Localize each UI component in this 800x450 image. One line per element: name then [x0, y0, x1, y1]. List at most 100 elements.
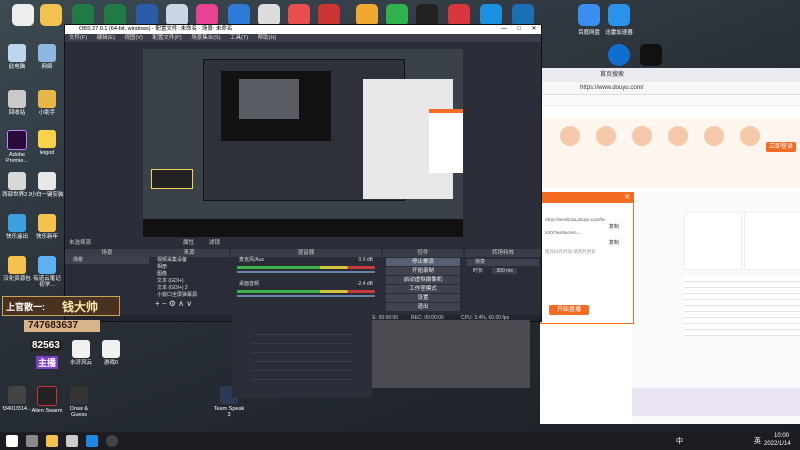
studio-mode-button[interactable]: 工作室模式 — [386, 285, 460, 293]
app-icon[interactable] — [66, 435, 78, 447]
obs-preview[interactable] — [143, 49, 463, 237]
duration-input[interactable]: 300 ms — [492, 268, 517, 274]
minimize-button[interactable]: — — [497, 25, 511, 34]
desktop-icon[interactable]: 回收站 — [0, 90, 34, 116]
desktop-icon[interactable]: Adobe Premie... — [0, 130, 34, 164]
address-bar[interactable]: https://www.douyu.com/ — [540, 82, 800, 95]
shield-icon[interactable] — [228, 4, 250, 26]
cloud-icon[interactable] — [578, 4, 600, 26]
source-item[interactable]: 文本 (GDI+) 2 — [149, 285, 229, 292]
nav-icon[interactable] — [704, 126, 724, 146]
copy-button[interactable]: 复制 — [609, 239, 619, 246]
source-item[interactable]: 图像 — [149, 271, 229, 278]
app-icon[interactable] — [12, 4, 34, 26]
app-icon[interactable] — [512, 4, 534, 26]
menu-scene-collection[interactable]: 场景集合(S) — [191, 35, 220, 41]
add-source-icon[interactable]: + − ⚙ ∧ ∨ — [149, 299, 229, 308]
desktop-icon[interactable]: Alien Swarm — [30, 386, 64, 414]
nav-icon[interactable] — [560, 126, 580, 146]
dialog-close-icon[interactable]: ✕ — [624, 193, 630, 201]
desktop-icon[interactable]: 有道云笔记 初学... — [30, 256, 64, 288]
filters-button[interactable]: 滤镜 — [209, 238, 220, 246]
desktop-icon-label: 快乐遥出 — [5, 234, 28, 240]
start-recording-button[interactable]: 开始录制 — [386, 267, 460, 275]
start-live-button[interactable]: 开始直播 — [549, 305, 589, 315]
desktop-icon[interactable]: 百度网盘 — [572, 30, 606, 36]
image-icon[interactable] — [166, 4, 188, 26]
start-icon[interactable] — [6, 435, 18, 447]
desktop-icon[interactable]: Draw & Guess — [62, 386, 96, 418]
power-icon[interactable] — [608, 44, 630, 66]
copy-button[interactable]: 复制 — [609, 223, 619, 230]
desktop-icon[interactable]: 小助手 — [30, 90, 64, 116]
desktop-icon[interactable]: leigod — [30, 130, 64, 156]
app-icon[interactable] — [196, 4, 218, 26]
exit-button[interactable]: 退出 — [386, 303, 460, 311]
settings-button[interactable]: 设置 — [386, 294, 460, 302]
virtual-camera-button[interactable]: 启动虚拟摄像机 — [386, 276, 460, 284]
desktop-icon[interactable]: 迅雷加速器 — [602, 30, 636, 36]
app-icon[interactable] — [318, 4, 340, 26]
app-icon[interactable] — [288, 4, 310, 26]
desktop-icon[interactable]: 小白一键安装 — [30, 172, 64, 198]
explorer-icon[interactable] — [46, 435, 58, 447]
desktop-icon[interactable]: 快乐新年 — [30, 214, 64, 240]
properties-button[interactable]: 属性 — [183, 238, 194, 246]
nav-icon[interactable] — [632, 126, 652, 146]
obs-icon[interactable] — [106, 435, 118, 447]
desktop-icon[interactable]: 网络 — [30, 44, 64, 70]
app-icon[interactable] — [640, 44, 662, 66]
transition-select[interactable]: 渐变 — [467, 259, 539, 266]
source-item[interactable]: 视频采集设备 — [149, 257, 229, 264]
source-item[interactable]: 文本 (GDI+) — [149, 278, 229, 285]
menu-profile[interactable]: 配置文件(P) — [152, 35, 181, 41]
desktop-icon[interactable]: 此电脑 — [0, 44, 34, 70]
maximize-button[interactable]: □ — [512, 25, 526, 34]
menu-view[interactable]: 视图(V) — [124, 35, 142, 41]
scene-item[interactable]: 场景 — [65, 257, 149, 264]
clock-date[interactable]: 2022/1/14 — [764, 441, 791, 447]
nav-icon[interactable] — [740, 126, 760, 146]
login-button[interactable]: 立即登录 — [766, 142, 796, 152]
nav-icon[interactable] — [668, 126, 688, 146]
nested-strip — [143, 219, 463, 237]
nav-icon[interactable] — [596, 126, 616, 146]
transitions-dock: 转场特效 渐变 时长 300 ms — [465, 249, 541, 321]
excel-icon[interactable] — [72, 4, 94, 26]
menu-help[interactable]: 帮助(H) — [258, 35, 277, 41]
wechat-icon[interactable] — [386, 4, 408, 26]
desktop-icon[interactable]: 西部世界2.0 — [0, 172, 34, 198]
volume-slider[interactable] — [237, 271, 375, 273]
desktop-icon-label: Draw & Guess — [69, 406, 89, 418]
folder-icon[interactable] — [40, 4, 62, 26]
file-icon — [102, 340, 120, 358]
desktop-icon[interactable]: f3401f314... — [0, 386, 34, 412]
desktop-icon[interactable]: 汉化资源包 — [0, 256, 34, 282]
app-icon[interactable] — [480, 4, 502, 26]
volume-slider[interactable] — [237, 295, 375, 297]
qq-icon[interactable] — [416, 4, 438, 26]
owl-icon[interactable] — [356, 4, 378, 26]
ime-mode[interactable]: 英 — [754, 436, 761, 446]
menu-tools[interactable]: 工具(T) — [230, 35, 248, 41]
bird-icon[interactable] — [608, 4, 630, 26]
clock-time[interactable]: 10:00 — [774, 433, 789, 439]
desktop-icon[interactable]: 快乐遥出 — [0, 214, 34, 240]
stop-stream-button[interactable]: 停止推流 — [386, 258, 460, 266]
desktop-icon[interactable]: 游戏0 — [94, 340, 128, 366]
close-button[interactable]: ✕ — [527, 25, 541, 34]
ime-indicator[interactable]: 中 — [676, 436, 683, 446]
word-icon[interactable] — [136, 4, 158, 26]
app-icon[interactable] — [448, 4, 470, 26]
browser-tab[interactable]: 首页搜索 — [540, 72, 624, 78]
app-icon[interactable] — [258, 4, 280, 26]
desktop-icon[interactable]: 水浒风云 — [64, 340, 98, 366]
menu-edit[interactable]: 编辑(E) — [97, 35, 115, 41]
note-icon — [38, 256, 56, 274]
source-item[interactable]: 小窗口全屏弹幕源 — [149, 292, 229, 299]
app-icon[interactable] — [86, 435, 98, 447]
menu-file[interactable]: 文件(F) — [69, 35, 87, 41]
source-item[interactable]: 相册 — [149, 264, 229, 271]
excel-icon[interactable] — [104, 4, 126, 26]
task-view-icon[interactable] — [26, 435, 38, 447]
